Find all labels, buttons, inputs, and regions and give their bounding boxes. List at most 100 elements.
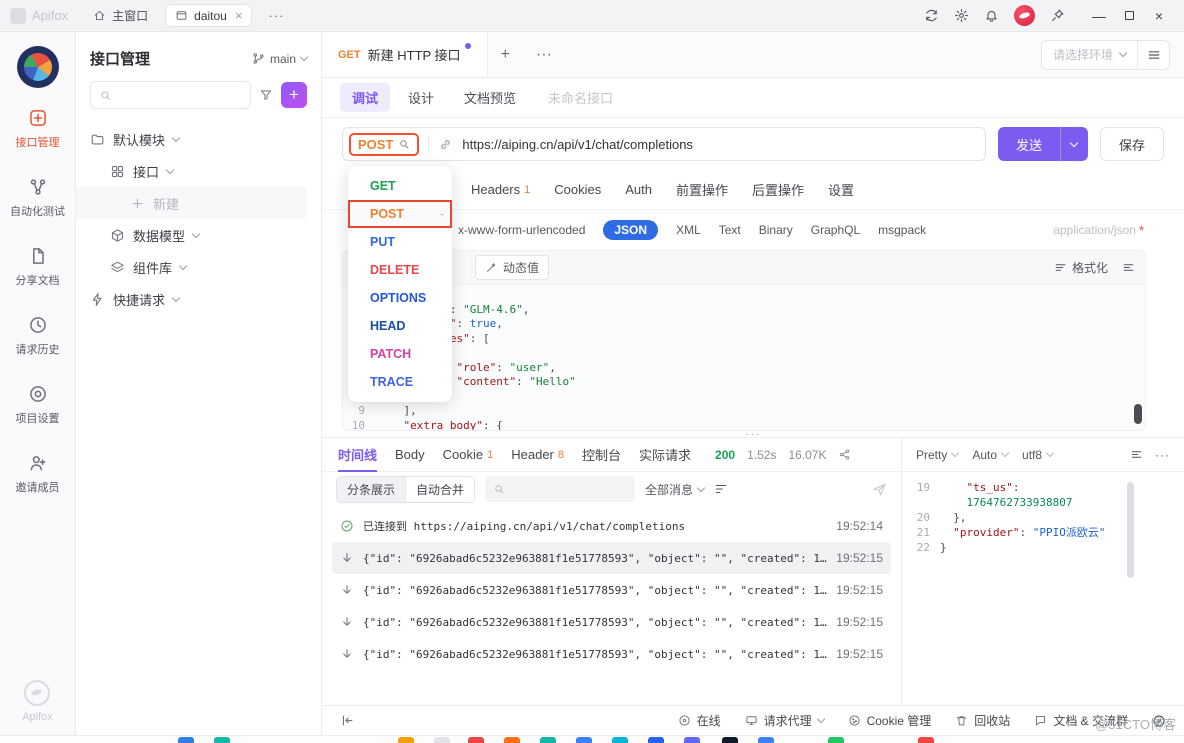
config-tab[interactable]: 前置操作 [676,180,728,199]
view-mode-auto[interactable]: Auto [972,448,1008,462]
response-json[interactable]: 19 "ts_us": 176476273393880720 },21 "pro… [902,472,1184,705]
dynamic-value-button[interactable]: 动态值 [475,255,549,280]
tab-more-button[interactable]: ··· [523,32,565,77]
method-option-get[interactable]: GET [348,172,452,200]
tree-node-cube[interactable]: 数据模型 [76,219,321,251]
new-tab-button[interactable]: + [488,32,523,77]
body-type-json[interactable]: JSON [603,220,658,240]
taskbar-icon[interactable] [722,737,738,743]
sidebar-item-api[interactable]: 接口管理 [10,108,65,150]
body-type-text[interactable]: Text [719,223,741,237]
body-type-binary[interactable]: Binary [759,223,793,237]
auto-merge-button[interactable]: 自动合并 [405,477,474,502]
environment-select[interactable]: 请选择环境 [1042,46,1137,63]
method-option-delete[interactable]: DELETE [348,256,452,284]
sort-icon[interactable] [714,482,728,496]
environment-menu-button[interactable] [1137,41,1169,69]
taskbar-icon[interactable] [504,737,520,743]
view-mode-pretty[interactable]: Pretty [916,448,958,462]
taskbar-icon[interactable] [612,737,628,743]
taskbar-icon[interactable] [576,737,592,743]
message-filter-select[interactable]: 全部消息 [645,481,704,498]
config-tab[interactable]: 后置操作 [752,180,804,199]
cookie-manager-button[interactable]: Cookie 管理 [848,712,932,729]
timeline-row[interactable]: {"id": "6926abad6c5232e963881f1e51778593… [332,638,891,670]
main-window-button[interactable]: 主窗口 [84,3,157,28]
taskbar-icon[interactable] [214,737,230,743]
taskbar-icon[interactable] [648,737,664,743]
format-button[interactable]: 格式化 [1054,259,1108,276]
recycle-bin-button[interactable]: 回收站 [955,712,1010,729]
save-button[interactable]: 保存 [1100,127,1164,161]
response-tab[interactable]: Header8 [511,438,564,471]
response-scrollbar[interactable] [1127,482,1134,578]
bell-icon[interactable] [984,8,999,23]
body-type-graphql[interactable]: GraphQL [811,223,860,237]
config-tab[interactable]: Headers1 [471,180,530,199]
response-tab[interactable]: 实际请求 [639,438,691,471]
timeline-row[interactable]: {"id": "6926abad6c5232e963881f1e51778593… [332,542,891,574]
response-tab[interactable]: 控制台 [582,438,621,471]
view-tab[interactable]: 调试 [340,83,390,112]
code-lines[interactable]: 1{2 "model": "GLM-4.6",3 "stream": true,… [343,285,1145,430]
timeline-search-input[interactable] [485,476,635,502]
taskbar-icon[interactable] [828,737,844,743]
taskbar-icon[interactable] [468,737,484,743]
method-option-trace[interactable]: TRACE [348,368,452,396]
send-options-button[interactable] [1060,127,1088,161]
taskbar-icon[interactable] [540,737,556,743]
filter-icon[interactable] [259,88,273,102]
send-message-icon[interactable] [872,482,887,497]
tree-node-layers[interactable]: 组件库 [76,251,321,283]
body-type-msgpack[interactable]: msgpack [878,223,926,237]
view-tab[interactable]: 设计 [396,83,446,112]
titlebar-more-button[interactable]: ··· [260,8,292,23]
config-tab[interactable]: Cookies [554,180,601,199]
tree-node-grid[interactable]: 接口 [76,155,321,187]
taskbar-icon[interactable] [178,737,194,743]
method-option-head[interactable]: HEAD [348,312,452,340]
body-type-x-www-form-urlencoded[interactable]: x-www-form-urlencoded [458,223,585,237]
taskbar-icon[interactable] [398,737,414,743]
taskbar-icon[interactable] [684,737,700,743]
timeline-row[interactable]: {"id": "6926abad6c5232e963881f1e51778593… [332,574,891,606]
more-icon[interactable]: ··· [1155,448,1170,462]
gear-icon[interactable] [954,8,969,23]
close-window-button[interactable]: × [1144,3,1174,29]
collapse-left-icon[interactable] [340,713,355,728]
branch-selector[interactable]: main [252,52,307,66]
sidebar-item-history[interactable]: 请求历史 [10,315,65,357]
apifox-logo-icon[interactable] [1014,5,1035,26]
tree-node-folder[interactable]: 默认模块 [76,123,321,155]
sidebar-item-share[interactable]: 分享文档 [10,246,65,288]
send-button[interactable]: 发送 [998,127,1088,161]
response-tab[interactable]: 时间线 [338,438,377,471]
taskbar-icon[interactable] [434,737,450,743]
project-tab-daitou[interactable]: daitou × [165,4,252,27]
timeline-row[interactable]: {"id": "6926abad6c5232e963881f1e51778593… [332,606,891,638]
timeline-row[interactable]: 已连接到 https://aiping.cn/api/v1/chat/compl… [332,510,891,542]
search-input[interactable] [90,81,251,109]
request-proxy-button[interactable]: 请求代理 [745,712,824,729]
method-option-put[interactable]: PUT [348,228,452,256]
method-option-post[interactable]: POST- [348,200,452,228]
url-input[interactable]: https://aiping.cn/api/v1/chat/completion… [462,137,693,152]
sync-icon[interactable] [924,8,939,23]
document-tab[interactable]: GET 新建 HTTP 接口 [322,32,488,77]
online-status[interactable]: 在线 [678,712,721,729]
view-mode-utf8[interactable]: utf8 [1022,448,1053,462]
sidebar-item-invite[interactable]: 邀请成员 [10,453,65,495]
method-select[interactable]: POST [349,133,419,156]
maximize-button[interactable] [1114,3,1144,29]
pin-icon[interactable] [1050,8,1065,23]
project-avatar[interactable] [17,46,59,88]
resize-handle[interactable]: ··· [737,426,769,441]
split-display-button[interactable]: 分条展示 [337,477,405,502]
sidebar-item-test[interactable]: 自动化测试 [10,177,65,219]
wrap-icon[interactable] [1130,448,1143,461]
taskbar-icon[interactable] [758,737,774,743]
response-tab[interactable]: Cookie1 [443,438,494,471]
sidebar-item-project[interactable]: 项目设置 [10,384,65,426]
tree-node-bolt[interactable]: 快捷请求 [76,283,321,315]
editor-scrollbar[interactable] [1134,404,1142,424]
